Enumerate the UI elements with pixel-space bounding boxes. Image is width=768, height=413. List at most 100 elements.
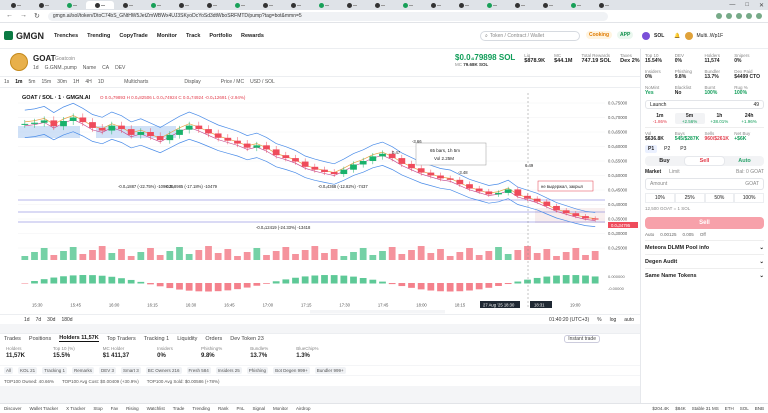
browser-tab[interactable] <box>366 1 394 9</box>
browser-tab[interactable] <box>254 1 282 9</box>
buy-tab[interactable]: Buy <box>645 156 684 166</box>
browser-tab[interactable] <box>534 1 562 9</box>
price-chart[interactable]: 65 bars, 1h 5m Vol 2.25M не выдержал, за… <box>0 88 640 314</box>
filter-chip[interactable]: All <box>4 367 14 374</box>
extension-icon[interactable] <box>756 13 762 19</box>
status-item[interactable]: Discover <box>4 406 22 411</box>
tab-liquidity[interactable]: Liquidity <box>177 336 197 342</box>
status-item[interactable]: Rising <box>126 406 139 411</box>
filter-chip[interactable]: DEV 3 <box>98 367 116 374</box>
auto-toggle[interactable]: auto <box>624 317 634 323</box>
preset-p1[interactable]: P1 <box>645 145 658 153</box>
interval-15m[interactable]: 15m <box>41 79 51 85</box>
status-item[interactable]: Wallet Tracker <box>30 406 59 411</box>
browser-tab[interactable] <box>30 1 58 9</box>
cooking-button[interactable]: Cooking <box>586 31 612 39</box>
interval-1d[interactable]: 1D <box>98 79 104 85</box>
browser-tab[interactable] <box>310 1 338 9</box>
browser-tab[interactable] <box>506 1 534 9</box>
nav-trending[interactable]: Trending <box>87 33 110 39</box>
extension-icon[interactable] <box>726 13 732 19</box>
preset-p3[interactable]: P3 <box>677 145 689 153</box>
instant-trade-button[interactable]: Instant trade <box>564 334 600 343</box>
extension-icon[interactable] <box>746 13 752 19</box>
chart-svg[interactable]: 65 bars, 1h 5m Vol 2.25M не выдержал, за… <box>0 88 640 314</box>
range-1d[interactable]: 1d <box>24 317 30 323</box>
browser-tab[interactable] <box>338 1 366 9</box>
status-item[interactable]: Stop <box>93 406 102 411</box>
pct-100[interactable]: 100% <box>734 193 764 203</box>
sell-button[interactable]: Sell <box>645 217 764 229</box>
filter-chip[interactable]: Smart 3 <box>120 367 141 374</box>
pct-10[interactable]: 10% <box>645 193 675 203</box>
browser-tab[interactable] <box>478 1 506 9</box>
order-market[interactable]: Market <box>645 169 661 175</box>
order-limit[interactable]: Limit <box>669 169 680 175</box>
filter-chip[interactable]: Bundler 999+ <box>314 367 346 374</box>
nav-rewards[interactable]: Rewards <box>241 33 264 39</box>
browser-tab[interactable] <box>422 1 450 9</box>
browser-tab[interactable] <box>226 1 254 9</box>
range-30d[interactable]: 30d <box>47 317 55 323</box>
address-bar[interactable]: gmgn.ai/sol/token/DtoC74bS_GNtHW5JetZmWB… <box>47 11 608 21</box>
tab-top-traders[interactable]: Top Traders <box>107 336 136 342</box>
status-item[interactable]: Monitor <box>273 406 288 411</box>
pct-50[interactable]: 50% <box>704 193 735 203</box>
app-button[interactable]: APP <box>617 31 634 39</box>
extension-icon[interactable] <box>736 13 742 19</box>
tf-cell-5m[interactable]: 5m +2.56% <box>674 113 705 124</box>
opt-fee[interactable]: 0.00125 <box>660 232 676 237</box>
nav-portfolio[interactable]: Portfolio <box>209 33 232 39</box>
status-right-item[interactable]: $204.4K <box>652 406 669 411</box>
back-icon[interactable]: ← <box>6 12 13 20</box>
display-button[interactable]: Display <box>184 79 200 85</box>
log-toggle[interactable]: log <box>610 317 617 323</box>
tab-positions[interactable]: Positions <box>29 336 51 342</box>
filter-chip[interactable]: Bot Degen 999+ <box>273 367 310 374</box>
auto-tab[interactable]: Auto <box>725 156 764 166</box>
tab-trades[interactable]: Trades <box>4 336 21 342</box>
tab-dev-token[interactable]: Dev Token 23 <box>230 336 264 342</box>
status-right-item[interactable]: SOL <box>740 406 749 411</box>
browser-tab[interactable] <box>590 1 618 9</box>
browser-tab[interactable] <box>170 1 198 9</box>
dev-search[interactable]: DEV <box>115 65 125 71</box>
nav-trenches[interactable]: Trenches <box>54 33 78 39</box>
status-right-item[interactable]: Stable 31 MS <box>692 406 719 411</box>
pct-25[interactable]: 25% <box>674 193 705 203</box>
status-item[interactable]: Fav <box>111 406 119 411</box>
status-item[interactable]: PnL <box>236 406 244 411</box>
section-degen-audit[interactable]: Degen Audit ⌄ <box>645 254 764 268</box>
status-item[interactable]: Watchlist <box>147 406 165 411</box>
avatar[interactable] <box>684 31 693 40</box>
browser-tab[interactable] <box>282 1 310 9</box>
status-right-item[interactable]: $84K <box>675 406 686 411</box>
filter-chip[interactable]: Insiders 25 <box>215 367 242 374</box>
status-right-item[interactable]: BNB <box>755 406 764 411</box>
interval-1m[interactable]: 1m <box>15 79 22 85</box>
filter-chip[interactable]: KOL 21 <box>18 367 38 374</box>
browser-tab[interactable] <box>2 1 30 9</box>
browser-tab[interactable] <box>198 1 226 9</box>
browser-tab[interactable] <box>142 1 170 9</box>
range-7d[interactable]: 7d <box>36 317 42 323</box>
browser-tab[interactable] <box>394 1 422 9</box>
percent-toggle[interactable]: % <box>597 317 601 323</box>
status-item[interactable]: Rank <box>218 406 229 411</box>
search-input[interactable]: Token / Contract / Wallet <box>480 31 580 41</box>
wallet-label[interactable]: Multi..Wp1F <box>697 33 724 39</box>
close-icon[interactable]: ✕ <box>759 2 764 9</box>
section-meteora[interactable]: Meteora DLMM Pool info ⌄ <box>645 240 764 254</box>
browser-tab[interactable] <box>450 1 478 9</box>
nav-track[interactable]: Track <box>186 33 200 39</box>
status-item[interactable]: X Tracker <box>66 406 85 411</box>
maximize-icon[interactable]: □ <box>745 2 749 9</box>
filter-chip[interactable]: Fresh 584 <box>186 367 211 374</box>
opt-auto[interactable]: Auto <box>645 232 654 237</box>
range-180d[interactable]: 180d <box>61 317 72 323</box>
interval-30m[interactable]: 30m <box>57 79 67 85</box>
filter-chip[interactable]: BC Owners 216 <box>145 367 182 374</box>
tf-cell-1m[interactable]: 1m -1.86% <box>645 113 675 124</box>
filter-chip[interactable]: Remarks <box>71 367 94 374</box>
tab-tracking[interactable]: Tracking 1 <box>144 336 169 342</box>
